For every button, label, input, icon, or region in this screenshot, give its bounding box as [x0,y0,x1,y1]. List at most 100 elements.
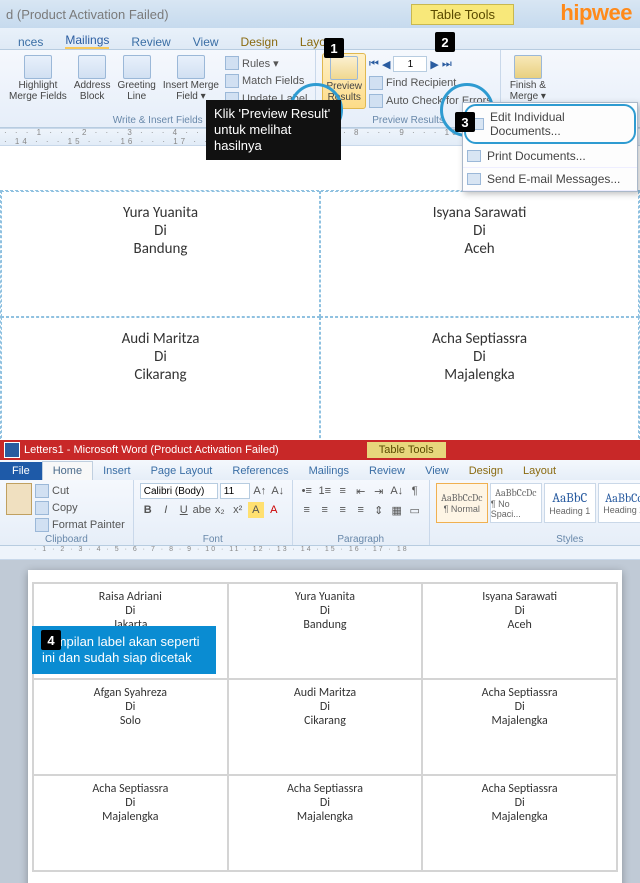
grow-font-button[interactable]: A↑ [252,483,268,499]
label-city: Majalengka [102,810,158,824]
tab-view-2[interactable]: View [415,462,459,480]
titlebar: d (Product Activation Failed) Table Tool… [0,0,640,28]
align-right-button[interactable]: ≡ [335,502,351,518]
tab-references-clip[interactable]: nces [18,35,43,49]
sort-button[interactable]: A↓ [389,483,405,499]
show-marks-button[interactable]: ¶ [407,483,423,499]
match-icon [225,74,239,88]
email-icon [467,173,481,185]
strike-button[interactable]: abe [194,502,210,518]
bold-button[interactable]: B [140,502,156,518]
label-di: Di [320,604,330,618]
cut-button[interactable]: Cut [33,483,127,499]
rules-button[interactable]: Rules ▾ [223,55,309,71]
tab-references[interactable]: References [222,462,298,480]
bullets-button[interactable]: •≡ [299,483,315,499]
next-record-icon[interactable]: ▶ [430,58,438,71]
address-block-button[interactable]: Address Block [71,53,114,107]
finish-merge-button[interactable]: Finish & Merge ▾ [507,53,549,104]
horizontal-ruler-2[interactable]: · 1 · 2 · 3 · 4 · 5 · 6 · 7 · 8 · 9 · 10… [0,546,640,560]
group-clipboard-label: Clipboard [6,533,127,545]
match-fields-button[interactable]: Match Fields [223,73,309,89]
label-cell: Yura YuanitaDiBandung [228,583,423,679]
tab-mailings-2[interactable]: Mailings [299,462,359,480]
insert-merge-field-button[interactable]: Insert Merge Field ▾ [160,53,222,107]
style-heading2[interactable]: AaBbCcHeading 2 [598,483,640,523]
group-font: A↑ A↓ B I U abe x₂ x² A A Font [134,480,293,545]
tabletools-contextual-tab-2[interactable]: Table Tools [367,442,446,458]
style-normal[interactable]: AaBbCcDc¶ Normal [436,483,488,523]
label-name: Isyana Sarawati [482,590,557,604]
font-size-select[interactable] [220,483,250,499]
first-record-icon[interactable]: ⏮ [369,58,379,71]
label-name: Acha Septiassra [482,782,558,796]
font-name-select[interactable] [140,483,218,499]
record-nav[interactable]: ⏮ ◀ ▶ ⏭ [367,55,494,73]
find-icon [369,76,383,90]
label-di: Di [320,700,330,714]
record-number-input[interactable] [393,56,427,72]
label-cell: Acha SeptiassraDiMajalengka [228,775,423,871]
italic-button[interactable]: I [158,502,174,518]
label-di: Di [515,796,525,810]
tab-home[interactable]: Home [42,461,93,480]
menu-print-documents[interactable]: Print Documents... [463,145,637,168]
tab-layout-2[interactable]: Layout [513,462,566,480]
superscript-button[interactable]: x² [230,502,246,518]
label-city: Majalengka [444,366,514,384]
multilevel-button[interactable]: ≡ [335,483,351,499]
shading-button[interactable]: ▦ [389,502,405,518]
underline-button[interactable]: U [176,502,192,518]
tab-file[interactable]: File [0,462,42,480]
document-page[interactable]: Raisa AdrianiDiJakarta Yura YuanitaDiBan… [28,570,622,883]
align-left-button[interactable]: ≡ [299,502,315,518]
style-nospacing[interactable]: AaBbCcDc¶ No Spaci... [490,483,542,523]
ribbon-tabs: nces Mailings Review View Design Layout [0,28,640,50]
tab-insert[interactable]: Insert [93,462,141,480]
tabletools-contextual-tab[interactable]: Table Tools [411,4,514,25]
tab-view[interactable]: View [193,35,219,49]
shrink-font-button[interactable]: A↓ [270,483,286,499]
label-di: Di [515,700,525,714]
label-di: Di [154,222,167,240]
font-color-button[interactable]: A [266,502,282,518]
justify-button[interactable]: ≡ [353,502,369,518]
align-center-button[interactable]: ≡ [317,502,333,518]
copy-button[interactable]: Copy [33,500,127,516]
copy-icon [35,501,49,515]
tab-design[interactable]: Design [241,35,278,49]
label-cell: Afgan SyahrezaDiSolo [33,679,228,775]
annotation-badge-4: 4 [41,630,61,650]
highlight-color-button[interactable]: A [248,502,264,518]
greeting-line-button[interactable]: Greeting Line [115,53,159,107]
indent-dec-button[interactable]: ⇤ [353,483,369,499]
paste-icon[interactable] [6,483,32,515]
tab-review[interactable]: Review [131,35,170,49]
label-city: Bandung [134,240,188,258]
label-cell: Isyana SarawatiDiAceh [422,583,617,679]
highlight-merge-fields-button[interactable]: Highlight Merge Fields [6,53,70,107]
menu-send-email[interactable]: Send E-mail Messages... [463,168,637,191]
tab-mailings[interactable]: Mailings [65,33,109,49]
tab-pagelayout[interactable]: Page Layout [141,462,223,480]
indent-inc-button[interactable]: ⇥ [371,483,387,499]
titlebar-2: Letters1 - Microsoft Word (Product Activ… [0,440,640,460]
label-di: Di [125,796,135,810]
subscript-button[interactable]: x₂ [212,502,228,518]
tab-review-2[interactable]: Review [359,462,415,480]
tab-design-2[interactable]: Design [459,462,513,480]
label-city: Bandung [303,618,346,632]
menu-edit-individual-docs[interactable]: Edit Individual Documents... [464,104,636,144]
label-di: Di [125,700,135,714]
group-styles: AaBbCcDc¶ Normal AaBbCcDc¶ No Spaci... A… [430,480,640,545]
format-painter-button[interactable]: Format Painter [33,517,127,533]
borders-button[interactable]: ▭ [407,502,423,518]
prev-record-icon[interactable]: ◀ [382,58,390,71]
numbering-button[interactable]: 1≡ [317,483,333,499]
find-recipient-button[interactable]: Find Recipient [367,75,494,91]
style-heading1[interactable]: AaBbCHeading 1 [544,483,596,523]
line-spacing-button[interactable]: ⇕ [371,502,387,518]
address-icon [78,55,106,79]
last-record-icon[interactable]: ⏭ [442,58,452,71]
hipwee-watermark: hipwee [560,0,632,26]
